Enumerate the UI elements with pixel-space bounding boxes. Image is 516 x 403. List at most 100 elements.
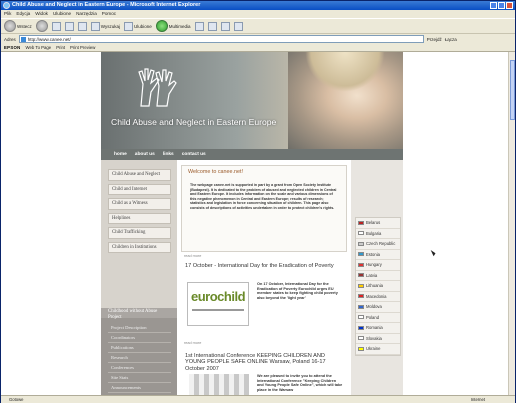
project-menu-block: Childhood without Abuse Project Project …: [101, 309, 177, 395]
stop-icon[interactable]: [51, 21, 61, 31]
country-item[interactable]: Moldova: [356, 302, 400, 313]
news-heading[interactable]: 1st International Conference KEEPING CHI…: [181, 353, 347, 372]
print-button[interactable]: Print: [56, 44, 65, 51]
flag-icon: [358, 346, 364, 351]
country-label: Macedonia: [366, 293, 387, 299]
country-item[interactable]: Bulgaria: [356, 229, 400, 239]
menu-help[interactable]: Pomoc: [102, 10, 116, 18]
window-title: Child Abuse and Neglect in Eastern Europ…: [12, 2, 201, 8]
address-url: http://www.canee.net/: [27, 37, 71, 42]
menu-item-child-internet[interactable]: Child and Internet: [108, 183, 171, 195]
country-label: Poland: [366, 314, 380, 320]
menu-item-trafficking[interactable]: Child Trafficking: [108, 227, 171, 239]
read-more-link[interactable]: read more: [184, 341, 201, 345]
country-label: Romania: [366, 325, 383, 331]
country-item[interactable]: Latvia: [356, 271, 400, 281]
history-icon[interactable]: [194, 21, 204, 31]
country-item[interactable]: Lithuania: [356, 281, 400, 292]
search-button[interactable]: Wyszukaj: [90, 21, 120, 31]
news-item: 1st International Conference KEEPING CHI…: [181, 353, 347, 372]
home-icon[interactable]: [77, 21, 87, 31]
close-button[interactable]: [506, 2, 513, 9]
site-nav: home about us links contact us: [101, 149, 403, 160]
menu-bar: Plik Edycja Widok Ulubione Narzędzia Pom…: [1, 10, 515, 18]
print-icon[interactable]: [220, 21, 230, 31]
read-more-link[interactable]: read more: [184, 254, 201, 258]
minimize-button[interactable]: [490, 2, 497, 9]
menu-item-helplines[interactable]: Helplines: [108, 212, 171, 224]
news-heading[interactable]: 17 October - International Day for the E…: [181, 263, 347, 269]
menu-favorites[interactable]: Ulubione: [53, 10, 71, 18]
nav-home[interactable]: home: [114, 152, 127, 157]
project-item[interactable]: Coordinators: [108, 333, 171, 343]
conference-image[interactable]: [189, 374, 249, 395]
nav-links[interactable]: links: [163, 152, 174, 157]
country-label: Bulgaria: [366, 230, 382, 236]
project-item[interactable]: Publications: [108, 343, 171, 353]
back-button[interactable]: Wstecz: [4, 20, 32, 32]
country-item[interactable]: Estonia: [356, 250, 400, 260]
menu-item-child-abuse[interactable]: Child Abuse and Neglect: [108, 169, 171, 181]
forward-arrow-icon: [35, 20, 48, 32]
maximize-button[interactable]: [498, 2, 505, 9]
mail-icon[interactable]: [207, 21, 217, 31]
flag-icon: [358, 273, 364, 278]
nav-about-us[interactable]: about us: [135, 152, 155, 157]
menu-tools[interactable]: Narzędzia: [76, 10, 97, 18]
media-button[interactable]: Multimedia: [155, 20, 191, 32]
scrollbar-thumb[interactable]: [510, 60, 515, 120]
project-item[interactable]: Site Stats: [108, 373, 171, 383]
favorites-button[interactable]: Ulubione: [123, 21, 152, 31]
nav-contact-us[interactable]: contact us: [182, 152, 206, 157]
country-item[interactable]: Hungary: [356, 260, 400, 271]
menu-view[interactable]: Widok: [35, 10, 48, 18]
links-label[interactable]: Łącza: [445, 37, 457, 42]
project-item[interactable]: Announcements: [108, 383, 171, 393]
country-item[interactable]: Poland: [356, 313, 400, 323]
back-label: Wstecz: [17, 23, 32, 29]
country-label: Estonia: [366, 251, 380, 257]
country-item[interactable]: Ukraine: [356, 344, 400, 355]
project-item[interactable]: Research: [108, 353, 171, 363]
country-item[interactable]: Belarus: [356, 218, 400, 229]
page-viewport: Child Abuse and Neglect in Eastern Europ…: [1, 52, 508, 395]
eurochild-image[interactable]: eurochild: [187, 282, 249, 326]
web-to-page-button[interactable]: Web To Page: [26, 44, 52, 51]
address-bar: Adres http://www.canee.net/ Przejdź Łącz…: [1, 34, 515, 44]
country-item[interactable]: Macedonia: [356, 292, 400, 302]
standard-toolbar: Wstecz Wyszukaj Ulubione Multimedia: [1, 18, 515, 34]
menu-file[interactable]: Plik: [4, 10, 11, 18]
address-input[interactable]: http://www.canee.net/: [18, 35, 424, 43]
refresh-icon[interactable]: [64, 21, 74, 31]
print-preview-button[interactable]: Print Preview: [70, 44, 95, 51]
media-label: Multimedia: [168, 23, 191, 29]
status-bar: Gotowe Internet: [1, 395, 515, 403]
country-label: Belarus: [366, 220, 381, 226]
flag-icon: [358, 336, 364, 341]
flag-icon: [358, 304, 364, 309]
right-sidebar: Belarus Bulgaria Czech Republic Estonia Hung…: [351, 160, 403, 395]
project-item[interactable]: Conferences: [108, 363, 171, 373]
page-icon: [20, 37, 26, 42]
country-item[interactable]: Slovakia: [356, 334, 400, 344]
country-label: Latvia: [366, 272, 378, 278]
flag-icon: [358, 262, 364, 267]
menu-item-child-witness[interactable]: Child as a Witness: [108, 198, 171, 210]
hands-logo-icon: [138, 68, 177, 107]
menu-item-institutions[interactable]: Children in Institutions: [108, 241, 171, 253]
menu-edit[interactable]: Edycja: [16, 10, 30, 18]
country-item[interactable]: Czech Republic: [356, 239, 400, 250]
left-sidebar: Child Abuse and Neglect Child and Intern…: [101, 160, 177, 395]
flag-icon: [358, 231, 364, 236]
edit-icon[interactable]: [233, 21, 243, 31]
main-content: Welcome to canee.net! The webpage canee.…: [181, 160, 347, 395]
search-label: Wyszukaj: [100, 23, 120, 29]
country-item[interactable]: Romania: [356, 323, 400, 334]
go-button[interactable]: Przejdź: [427, 37, 442, 42]
flag-icon: [358, 315, 364, 320]
favorites-label: Ulubione: [133, 23, 152, 29]
vertical-scrollbar[interactable]: [508, 52, 515, 395]
project-item[interactable]: Project Description: [108, 323, 171, 333]
forward-button[interactable]: [35, 20, 48, 32]
country-label: Ukraine: [366, 346, 381, 352]
